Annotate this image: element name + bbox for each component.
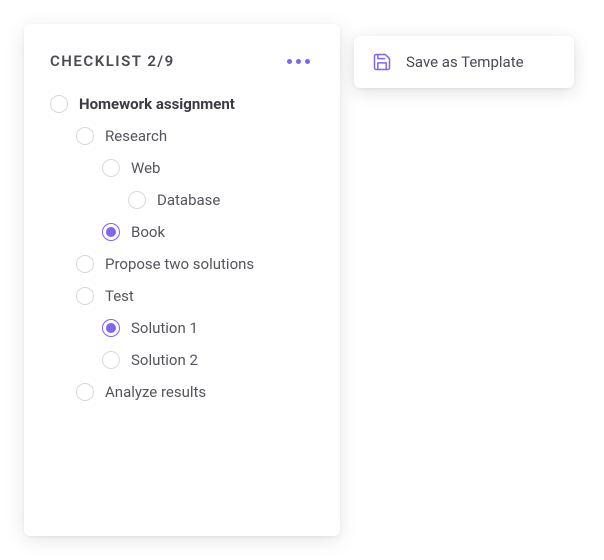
checklist-item-label: Test: [105, 289, 134, 304]
checklist-radio[interactable]: [76, 383, 94, 401]
checklist-item[interactable]: Web: [50, 152, 314, 184]
checklist-title: CHECKLIST 2/9: [50, 52, 175, 70]
checklist-item-label: Propose two solutions: [105, 257, 254, 272]
dot-icon: [287, 59, 292, 64]
checklist-item-label: Book: [131, 225, 165, 240]
checklist-item-label: Solution 2: [131, 353, 198, 368]
checklist-item[interactable]: Research: [50, 120, 314, 152]
save-template-label: Save as Template: [406, 53, 524, 71]
card-header: CHECKLIST 2/9: [50, 52, 314, 70]
dot-icon: [305, 59, 310, 64]
save-icon: [372, 52, 392, 72]
checklist-card: CHECKLIST 2/9 Homework assignment Researc…: [24, 24, 340, 536]
save-template-popover[interactable]: Save as Template: [354, 36, 574, 88]
checklist-radio[interactable]: [128, 191, 146, 209]
checklist-radio[interactable]: [76, 287, 94, 305]
checklist-item[interactable]: Solution 2: [50, 344, 314, 376]
checklist-radio[interactable]: [50, 95, 68, 113]
checklist-item-label: Analyze results: [105, 385, 206, 400]
checklist-item-label: Homework assignment: [79, 97, 235, 112]
checklist-item[interactable]: Analyze results: [50, 376, 314, 408]
dot-icon: [296, 59, 301, 64]
checklist-item-label: Web: [131, 161, 160, 176]
checklist-item-label: Research: [105, 129, 167, 144]
checklist-radio[interactable]: [102, 351, 120, 369]
checklist-radio[interactable]: [76, 255, 94, 273]
checklist-item-label: Solution 1: [131, 321, 198, 336]
checklist-item[interactable]: Database: [50, 184, 314, 216]
checklist-item[interactable]: Solution 1: [50, 312, 314, 344]
checklist-item-label: Database: [157, 193, 220, 208]
checklist-radio[interactable]: [102, 159, 120, 177]
checklist-radio[interactable]: [102, 319, 120, 337]
checklist-radio[interactable]: [76, 127, 94, 145]
more-options-button[interactable]: [283, 55, 314, 68]
checklist-item[interactable]: Homework assignment: [50, 88, 314, 120]
checklist-item[interactable]: Propose two solutions: [50, 248, 314, 280]
checklist-item[interactable]: Book: [50, 216, 314, 248]
checklist-radio[interactable]: [102, 223, 120, 241]
checklist-items: Homework assignment Research Web Database Bo…: [50, 88, 314, 408]
checklist-item[interactable]: Test: [50, 280, 314, 312]
